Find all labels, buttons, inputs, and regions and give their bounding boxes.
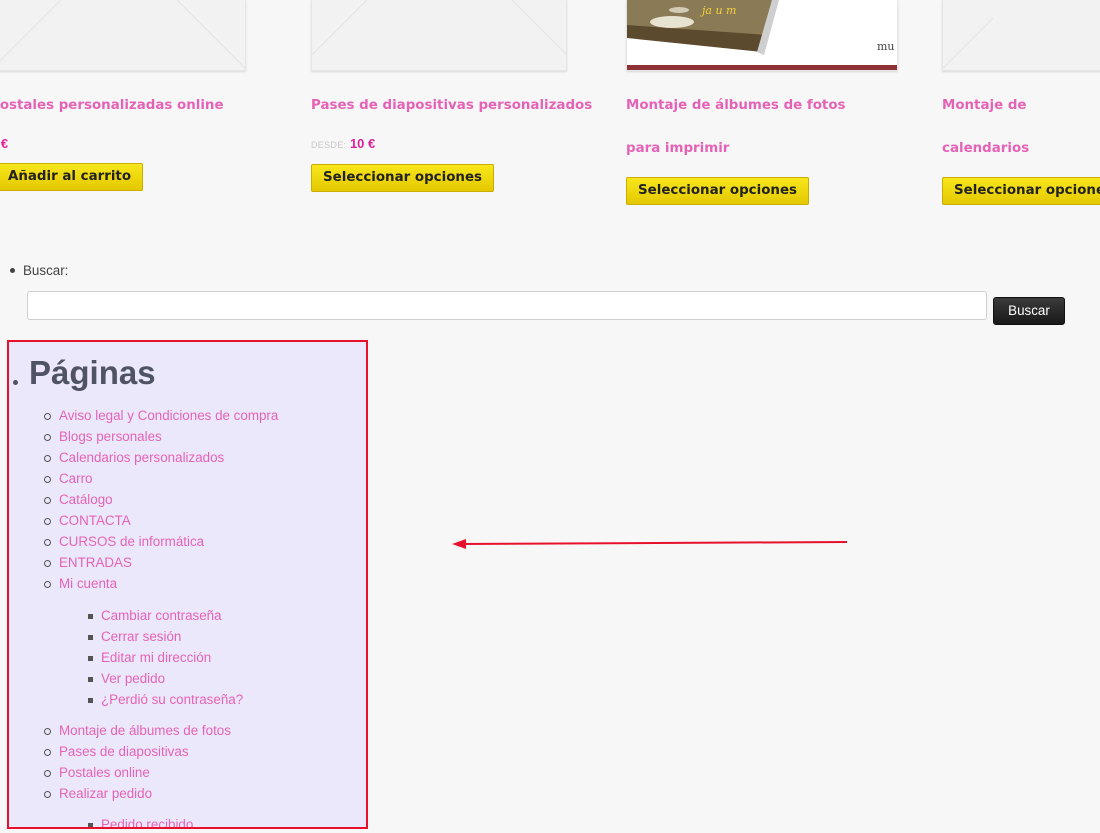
album-color-bar	[627, 65, 897, 70]
bullet-icon	[13, 380, 18, 385]
page-link[interactable]: Calendarios personalizados	[43, 450, 224, 465]
subpage-link[interactable]: Cerrar sesión	[87, 629, 181, 644]
product-price: DESDE: 10 €	[311, 136, 376, 151]
subpage-link[interactable]: Cambiar contraseña	[88, 608, 222, 623]
subpage-link[interactable]: Editar mi dirección	[87, 650, 211, 665]
page-link[interactable]: Catálogo	[44, 492, 113, 507]
svg-text:ja u m: ja u m	[699, 4, 736, 17]
page-link[interactable]: CURSOS de informática	[43, 534, 204, 549]
page-link[interactable]: Realizar pedido	[43, 786, 152, 801]
product-title[interactable]: Montaje de álbumes de fotos para imprimi…	[626, 84, 876, 170]
annotation-arrow-icon	[452, 539, 848, 549]
search-button[interactable]: Buscar	[993, 297, 1065, 325]
page-link[interactable]: Montaje de álbumes de fotos	[44, 723, 231, 738]
select-options-button[interactable]: Seleccionar opciones	[626, 177, 809, 205]
add-to-cart-button[interactable]: Añadir al carrito	[0, 163, 144, 191]
product-title[interactable]: Pases de diapositivas personalizados	[311, 96, 592, 116]
product-placeholder-image[interactable]	[311, 0, 567, 71]
page-link[interactable]: Aviso legal y Condiciones de compra	[43, 408, 278, 423]
subpage-link[interactable]: Pedido recibido	[87, 817, 193, 827]
page-link[interactable]: Blogs personales	[44, 429, 162, 444]
product-placeholder-image[interactable]	[942, 0, 1100, 71]
widget-title: Páginas	[13, 354, 156, 392]
bullet-icon	[10, 267, 15, 273]
select-options-button[interactable]: Seleccionar opciones	[311, 164, 494, 192]
pages-widget: Páginas Aviso legal y Condiciones de com…	[7, 340, 368, 829]
photo-thumbnail-icon: ja u m mu	[627, 0, 895, 55]
subpage-link[interactable]: ¿Perdió su contraseña?	[87, 692, 243, 707]
page-link[interactable]: Postales online	[44, 765, 150, 780]
search-input[interactable]	[27, 291, 987, 320]
product-image[interactable]: ja u m mu	[626, 0, 898, 71]
page-link[interactable]: ENTRADAS	[44, 555, 132, 570]
page-link[interactable]: Mi cuenta	[43, 576, 117, 591]
placeholder-icon	[0, 0, 245, 69]
subpage-link[interactable]: Ver pedido	[87, 671, 165, 686]
page-link[interactable]: Carro	[43, 471, 92, 486]
placeholder-icon	[312, 0, 566, 56]
select-options-button[interactable]: Seleccionar opciones	[942, 177, 1100, 205]
page-link[interactable]: CONTACTA	[44, 513, 131, 528]
placeholder-icon	[943, 17, 994, 69]
page-link[interactable]: Pases de diapositivas	[44, 744, 189, 759]
product-price: 3 €	[0, 136, 9, 151]
svg-text:mu: mu	[877, 40, 895, 53]
search-label: Buscar:	[10, 263, 68, 278]
product-placeholder-image[interactable]	[0, 0, 246, 71]
product-title[interactable]: Postales personalizadas online	[0, 96, 252, 116]
